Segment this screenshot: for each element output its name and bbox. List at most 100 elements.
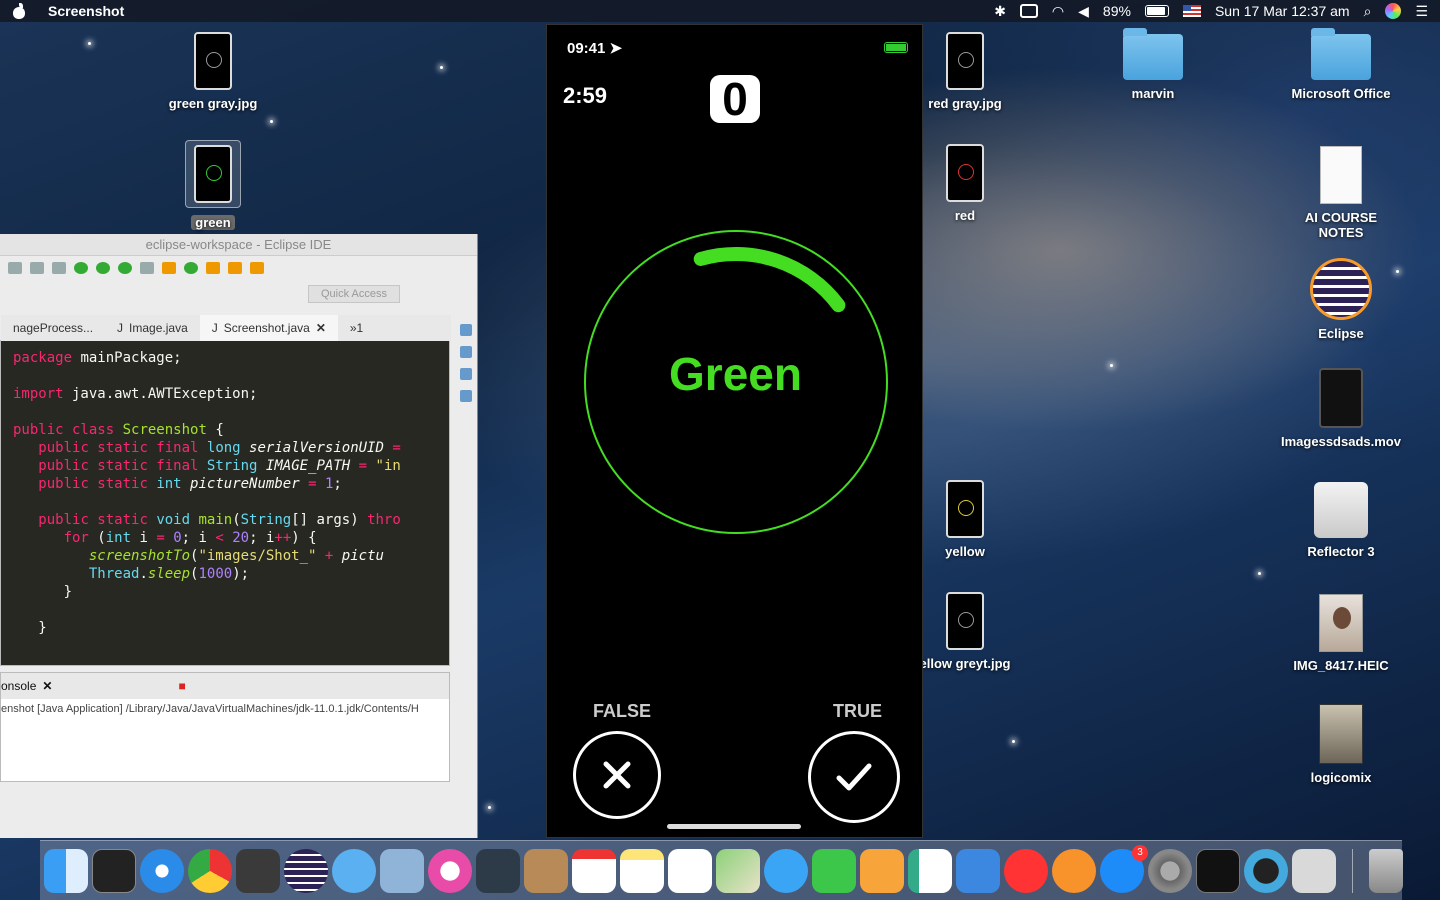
tab-screenshot-java[interactable]: J Screenshot.java ✕ [199, 315, 338, 341]
code-editor[interactable]: nageProcess... J Image.java J Screenshot.j… [0, 315, 451, 666]
home-indicator[interactable] [667, 824, 801, 829]
battery-icon[interactable] [1144, 5, 1169, 17]
console-launch-line: enshot [Java Application] /Library/Java/… [1, 703, 419, 715]
bluetooth-icon[interactable]: ✱ [994, 3, 1006, 20]
x-mark-icon [603, 761, 631, 789]
screen-sharing-icon[interactable] [332, 848, 376, 893]
desktop-icon-reflector[interactable]: Reflector 3 [1281, 482, 1401, 559]
calendar-icon[interactable] [572, 848, 616, 893]
activity-monitor-icon[interactable] [1196, 848, 1240, 893]
desktop-icon-marvin[interactable]: marvin [1093, 28, 1213, 101]
quick-access-input[interactable]: Quick Access [308, 285, 400, 303]
wifi-icon[interactable]: ◠ [1052, 3, 1064, 20]
input-source-flag-icon[interactable] [1182, 5, 1201, 17]
desktop-icon-img-8417[interactable]: IMG_8417.HEIC [1281, 594, 1401, 673]
external-tools-icon[interactable] [140, 262, 154, 274]
desktop-icon-logicomix[interactable]: logicomix [1281, 704, 1401, 785]
javadoc-icon[interactable] [460, 368, 472, 380]
sublime-text-icon[interactable] [236, 848, 280, 893]
menu-bar: Screenshot ✱ ◠ ◀ 89% Sun 17 Mar 12:37 am… [0, 0, 1440, 22]
true-button[interactable] [808, 731, 900, 823]
itunes-icon[interactable] [428, 848, 472, 893]
run-icon[interactable] [96, 262, 110, 274]
toolbar-icon[interactable] [52, 262, 66, 274]
status-time-text: 09:41 [567, 40, 606, 57]
star [1258, 572, 1261, 575]
eclipse-dock-icon[interactable] [284, 848, 328, 893]
tab-image-java[interactable]: J Image.java [105, 315, 200, 341]
java-file-icon: J [117, 321, 124, 335]
refresh-icon[interactable] [184, 262, 198, 274]
color-word: Green [669, 348, 802, 400]
phone-mirror-window[interactable]: 09:41 ➤ 2:59 0 Green FALSE TRUE [546, 24, 923, 838]
star [88, 42, 91, 45]
java-icon[interactable] [1292, 848, 1336, 893]
volume-icon[interactable]: ◀ [1078, 3, 1089, 20]
java-file-icon: J [211, 321, 218, 335]
desktop-icon-green[interactable]: green [153, 140, 273, 230]
close-icon[interactable]: ✕ [316, 315, 326, 341]
star [270, 120, 273, 123]
coverage-icon[interactable] [118, 262, 132, 274]
desktop-icon-microsoft-office[interactable]: Microsoft Office [1281, 28, 1401, 101]
siri-icon[interactable] [1385, 3, 1402, 19]
chrome-icon[interactable] [188, 848, 232, 893]
desktop-icon-red-gray[interactable]: red gray.jpg [905, 32, 1025, 111]
open-folder-icon[interactable] [206, 262, 220, 274]
clock[interactable]: Sun 17 Mar 12:37 am [1215, 3, 1350, 19]
console-header: onsole ✕ ■ [1, 673, 449, 699]
desktop-icon-yellow-greyt[interactable]: ellow greyt.jpg [905, 592, 1025, 671]
console-tab-label[interactable]: onsole [1, 679, 36, 693]
quicktime-icon[interactable] [1244, 848, 1288, 893]
outline-icon[interactable] [460, 324, 472, 336]
new-java-project-icon[interactable] [162, 262, 176, 274]
tab-overflow[interactable]: »1 [338, 315, 375, 341]
app-name-menu[interactable]: Screenshot [48, 3, 124, 19]
apple-menu-icon[interactable] [12, 3, 26, 19]
preview-icon[interactable] [380, 848, 424, 893]
contacts-icon[interactable] [524, 848, 568, 893]
app-store-icon[interactable]: 3 [1100, 844, 1148, 893]
pen-icon[interactable] [250, 262, 264, 274]
toolbar-icon[interactable] [8, 262, 22, 274]
spotlight-search-icon[interactable]: ⌕ [1364, 3, 1372, 20]
keynote-icon[interactable] [956, 848, 1000, 893]
system-preferences-icon[interactable] [1148, 848, 1192, 893]
ibooks-icon[interactable] [1052, 848, 1096, 893]
notes-icon[interactable] [620, 848, 664, 893]
desktop-icon-label: green [191, 215, 235, 230]
desktop-icon-yellow[interactable]: yellow [905, 480, 1025, 559]
desktop-icon-eclipse[interactable]: Eclipse [1281, 258, 1401, 341]
console-view[interactable]: onsole ✕ ■ enshot [Java Application] /Li… [0, 672, 450, 782]
messages-icon[interactable] [764, 848, 808, 893]
safari-icon[interactable] [140, 848, 184, 893]
trash-icon[interactable] [1369, 848, 1403, 893]
declaration-icon[interactable] [460, 390, 472, 402]
terminate-icon[interactable]: ■ [178, 679, 185, 693]
toolbar-icon[interactable] [30, 262, 44, 274]
debug-icon[interactable] [74, 262, 88, 274]
desktop-icon-red[interactable]: red [905, 144, 1025, 223]
numbers-icon[interactable] [908, 848, 952, 893]
task-list-icon[interactable] [460, 346, 472, 358]
scrivener-icon[interactable] [476, 848, 520, 893]
desktop-icon-imagessdsads[interactable]: Imagessdsads.mov [1281, 368, 1401, 449]
finder-icon[interactable] [44, 848, 88, 893]
pages-icon[interactable] [860, 848, 904, 893]
keyboard-icon[interactable] [1019, 4, 1038, 18]
false-button[interactable] [573, 731, 661, 819]
tab-image-processing[interactable]: nageProcess... [1, 315, 105, 341]
desktop-icon-green-gray[interactable]: green gray.jpg [153, 32, 273, 111]
battery-percent[interactable]: 89% [1103, 3, 1131, 19]
notification-center-icon[interactable]: ☰ [1415, 3, 1428, 20]
terminal-icon[interactable] [92, 848, 136, 893]
news-icon[interactable] [1004, 848, 1048, 893]
desktop-icon-ai-course-notes[interactable]: AI COURSE NOTES [1281, 146, 1401, 240]
desktop-icon-label: Reflector 3 [1307, 544, 1375, 559]
maps-icon[interactable] [716, 848, 760, 893]
open-type-icon[interactable] [228, 262, 242, 274]
facetime-icon[interactable] [812, 848, 856, 893]
desktop-icon-label: ellow greyt.jpg [919, 656, 1011, 671]
close-icon[interactable]: ✕ [42, 679, 52, 693]
reminders-icon[interactable] [668, 848, 712, 893]
